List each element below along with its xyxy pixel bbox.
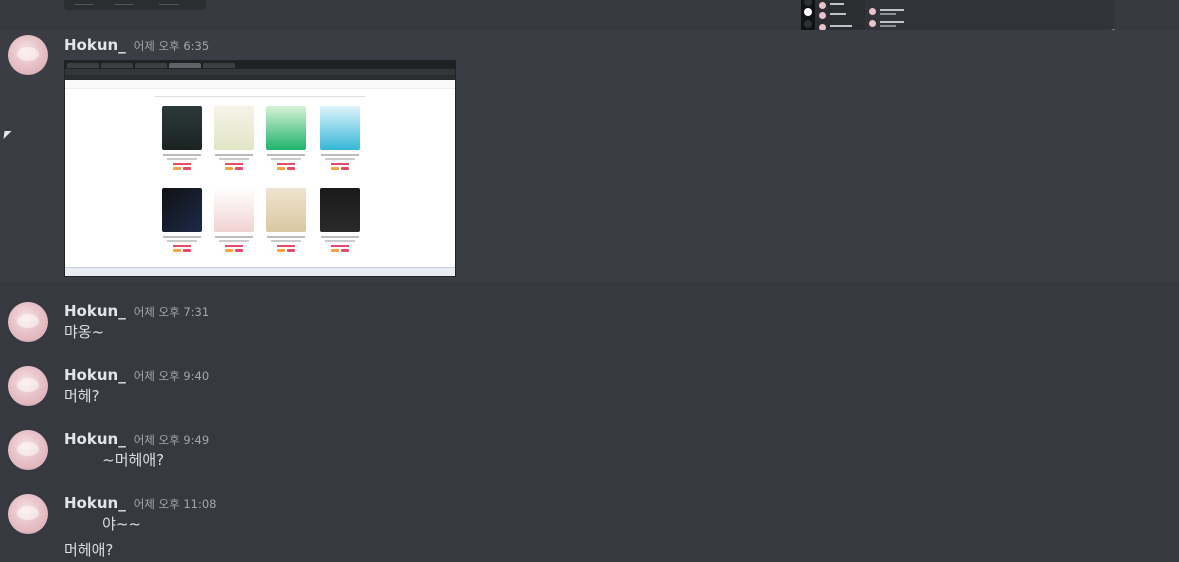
message-content: 머헤애? [64,541,114,559]
message-content: 야~~ [64,515,142,533]
username[interactable]: Hokun_ [64,36,126,54]
avatar[interactable] [8,35,48,75]
message-group: Hokun_ 어제 오후 11:08 야~~ 머헤애? [0,486,1179,562]
timestamp: 어제 오후 9:40 [133,369,210,383]
message-group: Hokun_ 어제 오후 9:40 머헤? [0,358,1179,418]
username[interactable]: Hokun_ [64,302,126,320]
timestamp: 어제 오후 6:35 [133,39,210,53]
image-attachment[interactable] [64,60,456,277]
mouse-cursor-icon [3,131,12,139]
message-content: 머헤? [64,387,100,405]
message-group: Hokun_ 어제 오후 9:49 ~머헤애? [0,422,1179,482]
avatar[interactable] [8,494,48,534]
message-group: Hokun_ 어제 오후 7:31 먀옹~ [0,294,1179,354]
username[interactable]: Hokun_ [64,430,126,448]
avatar[interactable] [8,302,48,342]
avatar[interactable] [8,366,48,406]
username[interactable]: Hokun_ [64,366,126,384]
avatar[interactable] [8,430,48,470]
timestamp: 어제 오후 7:31 [133,305,210,319]
message-content: ~머헤애? [64,451,165,469]
timestamp: 어제 오후 11:08 [133,497,217,511]
previous-embed [64,0,206,10]
message-content: 먀옹~ [64,323,105,341]
username[interactable]: Hokun_ [64,494,126,512]
timestamp: 어제 오후 9:49 [133,433,210,447]
